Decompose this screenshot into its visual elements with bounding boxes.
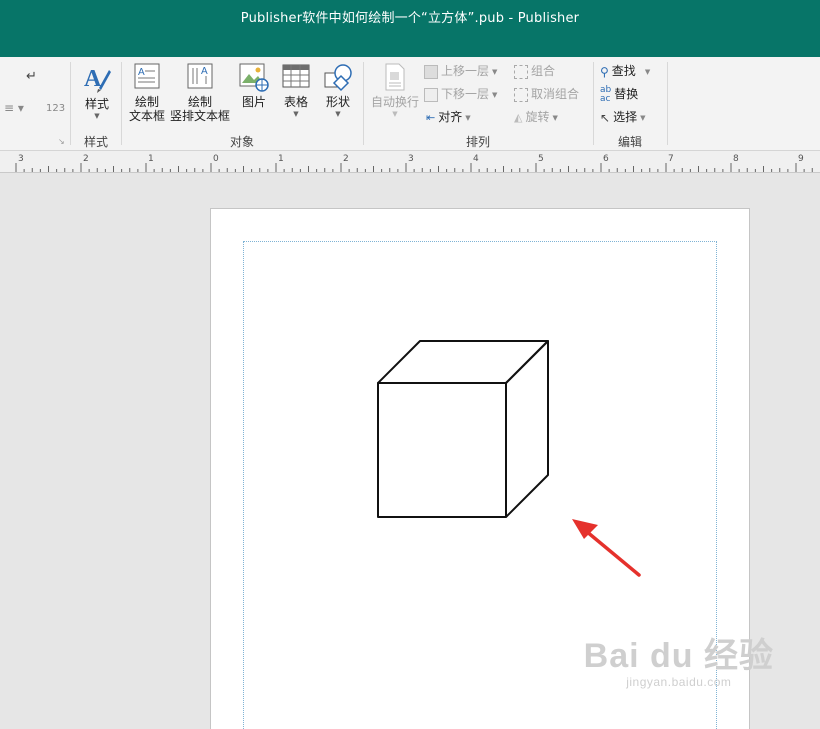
find-label: 查找 (611, 64, 636, 78)
window-title: Publisher软件中如何绘制一个“立方体”.pub - Publisher (240, 11, 580, 26)
draw-textbox-label-1: 绘制 (134, 95, 159, 109)
draw-vertical-textbox-label-1: 绘制 (187, 95, 212, 109)
rotate-icon: ◭ (514, 110, 523, 124)
rotate-button[interactable]: ◭ 旋转 ▼ (514, 107, 558, 127)
wrap-text-label: 自动换行 (370, 95, 419, 109)
shapes-icon (324, 64, 352, 92)
ruler-number: 3 (18, 154, 24, 164)
arrange-group: 自动换行 ▼ 上移一层 ▼ 下移一层 ▼ ⇤ 对齐 ▼ 组合 取消组合 ◭ 旋转 ▼ 排列 (364, 57, 592, 150)
group-icon (514, 64, 528, 79)
ungroup-label: 取消组合 (531, 87, 580, 101)
draw-vertical-textbox-label-2: 竖排文本框 (169, 109, 230, 123)
group-label: 组合 (531, 64, 556, 78)
style-button-label: 样式 (84, 97, 109, 111)
chevron-down-icon: ▼ (640, 113, 646, 122)
ruler-number: 1 (148, 154, 154, 164)
style-group: A 样式 ▼ 样式 (71, 57, 121, 150)
search-icon: ⚲ (600, 64, 609, 79)
cursor-icon: ↖ (600, 110, 611, 125)
ruler-number: 5 (538, 154, 544, 164)
align-label: 对齐 (438, 110, 463, 124)
ribbon: ↵ ≡ ▾ 123 ↘ A 样式 ▼ 样式 A 绘制 文本框 A 绘制 竖排文本… (0, 57, 820, 151)
number-format-label[interactable]: 123 (46, 103, 65, 114)
line-break-icon[interactable]: ↵ (26, 69, 37, 84)
send-backward-label: 下移一层 (441, 87, 490, 101)
chevron-down-icon: ▼ (492, 90, 498, 99)
table-button[interactable]: 表格 ▼ (278, 62, 314, 119)
ungroup-button[interactable]: 取消组合 (514, 84, 579, 104)
ungroup-icon (514, 87, 528, 102)
horizontal-ruler[interactable]: 3 2 1 0 1 2 3 4 5 6 7 8 9 (0, 151, 820, 173)
wrap-text-icon (385, 63, 405, 91)
draw-textbox-button[interactable]: A 绘制 文本框 (128, 62, 166, 123)
chevron-down-icon: ▼ (465, 113, 471, 122)
ruler-number: 1 (278, 154, 284, 164)
partial-left-group: ↵ ≡ ▾ 123 ↘ (0, 57, 70, 150)
chevron-down-icon: ▼ (552, 113, 558, 122)
bring-forward-icon (424, 64, 438, 79)
watermark: Bai du 经验 jingyan.baidu.com (584, 628, 774, 689)
picture-icon (239, 63, 269, 92)
ruler-number: 3 (408, 154, 414, 164)
ruler-number: 7 (668, 154, 674, 164)
picture-button[interactable]: 图片 (236, 62, 272, 109)
watermark-sub: jingyan.baidu.com (626, 675, 732, 689)
ruler-number: 2 (83, 154, 89, 164)
select-label: 选择 (613, 110, 638, 124)
style-icon: A (84, 66, 111, 93)
ruler-number: 8 (733, 154, 739, 164)
ruler-number: 4 (473, 154, 479, 164)
table-icon (282, 64, 310, 88)
paint-format-icon[interactable]: ≡ ▾ (4, 101, 24, 115)
chevron-down-icon: ▼ (392, 110, 398, 118)
style-group-label: 样式 (83, 135, 108, 149)
group-button[interactable]: 组合 (514, 61, 555, 81)
find-button[interactable]: ⚲ 查找 ▼ (600, 61, 650, 81)
object-group: A 绘制 文本框 A 绘制 竖排文本框 图片 表格 ▼ 形状 ▼ 对象 (122, 57, 362, 150)
ruler-number: 6 (603, 154, 609, 164)
picture-label: 图片 (241, 95, 266, 109)
bring-forward-button[interactable]: 上移一层 ▼ (424, 61, 497, 81)
wrap-text-button[interactable]: 自动换行 ▼ (368, 62, 422, 119)
align-button[interactable]: ⇤ 对齐 ▼ (426, 107, 471, 127)
chevron-down-icon: ▼ (644, 67, 651, 76)
align-icon: ⇤ (426, 110, 436, 124)
shape-label: 形状 (325, 95, 350, 109)
separator (667, 62, 668, 145)
dialog-launcher-icon[interactable]: ↘ (58, 137, 65, 146)
title-bar: Publisher软件中如何绘制一个“立方体”.pub - Publisher (0, 0, 820, 57)
draw-vertical-textbox-button[interactable]: A 绘制 竖排文本框 (169, 62, 231, 123)
chevron-down-icon: ▼ (492, 67, 498, 76)
edit-group: ⚲ 查找 ▼ ab ac 替换 ↖ 选择 ▼ 编辑 (594, 57, 666, 150)
arrange-group-label: 排列 (465, 135, 490, 149)
replace-icon: ab ac (600, 84, 612, 104)
style-button[interactable]: A 样式 ▼ (80, 62, 114, 121)
ruler-number: 9 (798, 154, 804, 164)
send-backward-button[interactable]: 下移一层 ▼ (424, 84, 497, 104)
replace-label: 替换 (614, 87, 639, 101)
bring-forward-label: 上移一层 (441, 64, 490, 78)
ruler-number: 2 (343, 154, 349, 164)
chevron-down-icon: ▼ (94, 112, 100, 120)
table-label: 表格 (283, 95, 308, 109)
chevron-down-icon: ▼ (293, 110, 299, 118)
textbox-icon: A (134, 63, 160, 89)
shape-button[interactable]: 形状 ▼ (320, 62, 356, 119)
ruler-number: 0 (213, 154, 219, 164)
ruler-scale: 3 2 1 0 1 2 3 4 5 6 7 8 9 (15, 154, 813, 172)
chevron-down-icon: ▼ (335, 110, 341, 118)
rotate-label: 旋转 (525, 110, 550, 124)
workspace[interactable]: Bai du 经验 jingyan.baidu.com (0, 173, 820, 729)
draw-textbox-label-2: 文本框 (128, 109, 165, 123)
svg-text:A: A (201, 66, 208, 77)
replace-button[interactable]: ab ac 替换 (600, 84, 638, 104)
select-button[interactable]: ↖ 选择 ▼ (600, 107, 645, 127)
watermark-main: Bai du 经验 (583, 637, 774, 675)
svg-text:A: A (138, 67, 145, 78)
vertical-textbox-icon: A (187, 63, 213, 89)
send-backward-icon (424, 87, 438, 102)
object-group-label: 对象 (229, 135, 254, 149)
edit-group-label: 编辑 (617, 135, 642, 149)
